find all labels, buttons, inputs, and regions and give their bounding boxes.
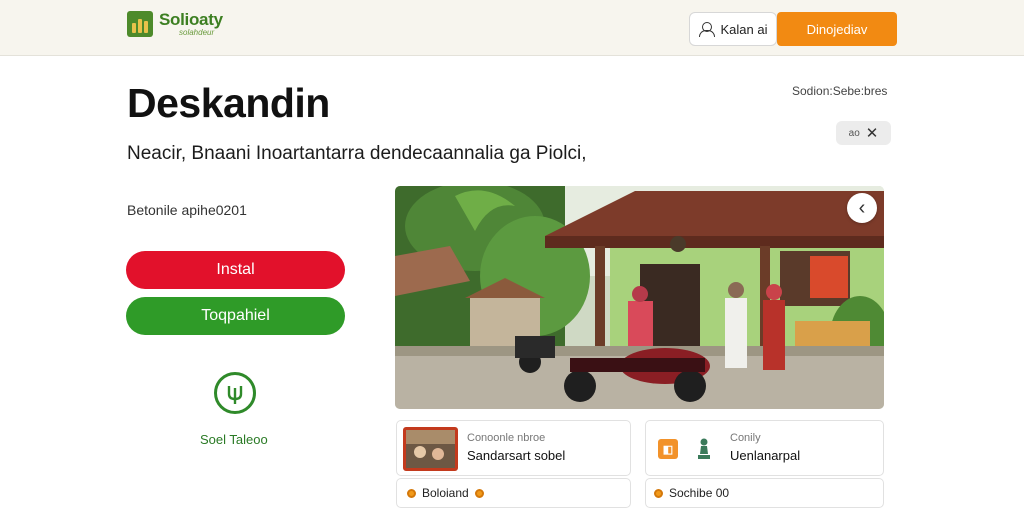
close-icon: ✕ — [865, 124, 879, 142]
login-label: Kalan ai — [720, 21, 768, 37]
chess-piece-icon — [696, 438, 712, 460]
card-2-label: Conily — [730, 432, 761, 444]
secondary-button[interactable]: Toqpahiel — [126, 297, 345, 335]
close-chip-label: ao — [848, 127, 860, 139]
feature-card-1[interactable]: Conoonle nbroe Sandarsart sobel — [396, 420, 631, 476]
status-dot-icon — [407, 488, 416, 498]
user-icon — [698, 22, 715, 37]
feature-card-2[interactable]: ◧ Conily Uenlanarpal — [645, 420, 884, 476]
leaf-badge-icon[interactable] — [214, 372, 256, 414]
card-1-label: Conoonle nbroe — [467, 432, 546, 444]
card-1-value: Sandarsart sobel — [467, 448, 566, 463]
logo-tagline: solahdeur — [179, 28, 215, 37]
status-dot-icon — [474, 488, 484, 498]
badge-label: Soel Taleoo — [200, 432, 268, 447]
hero-photo — [395, 186, 884, 409]
card-thumbnail-image — [403, 427, 458, 471]
page-title: Deskandin — [127, 80, 330, 126]
brand-logo[interactable]: Solioaty solahdeur — [127, 11, 223, 37]
card-2-value: Uenlanarpal — [730, 448, 801, 463]
logo-mark-icon — [127, 11, 153, 37]
section-note: Sodion:Sebe:bres — [792, 84, 888, 98]
status-dot-icon — [654, 488, 663, 498]
close-chip-button[interactable]: ao ✕ — [836, 121, 891, 145]
cta-button[interactable]: Dinojediav — [777, 12, 897, 46]
card-1-footer-text: Boloiand — [422, 486, 469, 500]
card-2-footer-text: Sochibe 00 — [669, 486, 730, 500]
chevron-left-icon[interactable]: ‹ — [847, 193, 877, 223]
feature-card-1-footer[interactable]: Boloiand — [396, 478, 631, 508]
top-navigation-bar: Solioaty solahdeur Kalan ai Dinojediav — [0, 0, 1024, 56]
logo-name: Solioaty — [159, 10, 223, 29]
install-button[interactable]: Instal — [126, 251, 345, 289]
login-button[interactable]: Kalan ai — [689, 12, 777, 46]
tag-icon: ◧ — [658, 439, 678, 459]
page-subtitle: Neacir, Bnaani Inoartantarra dendecaanna… — [127, 143, 587, 164]
meta-text: Betonile apihe0201 — [127, 202, 247, 218]
feature-card-2-footer[interactable]: Sochibe 00 — [645, 478, 884, 508]
